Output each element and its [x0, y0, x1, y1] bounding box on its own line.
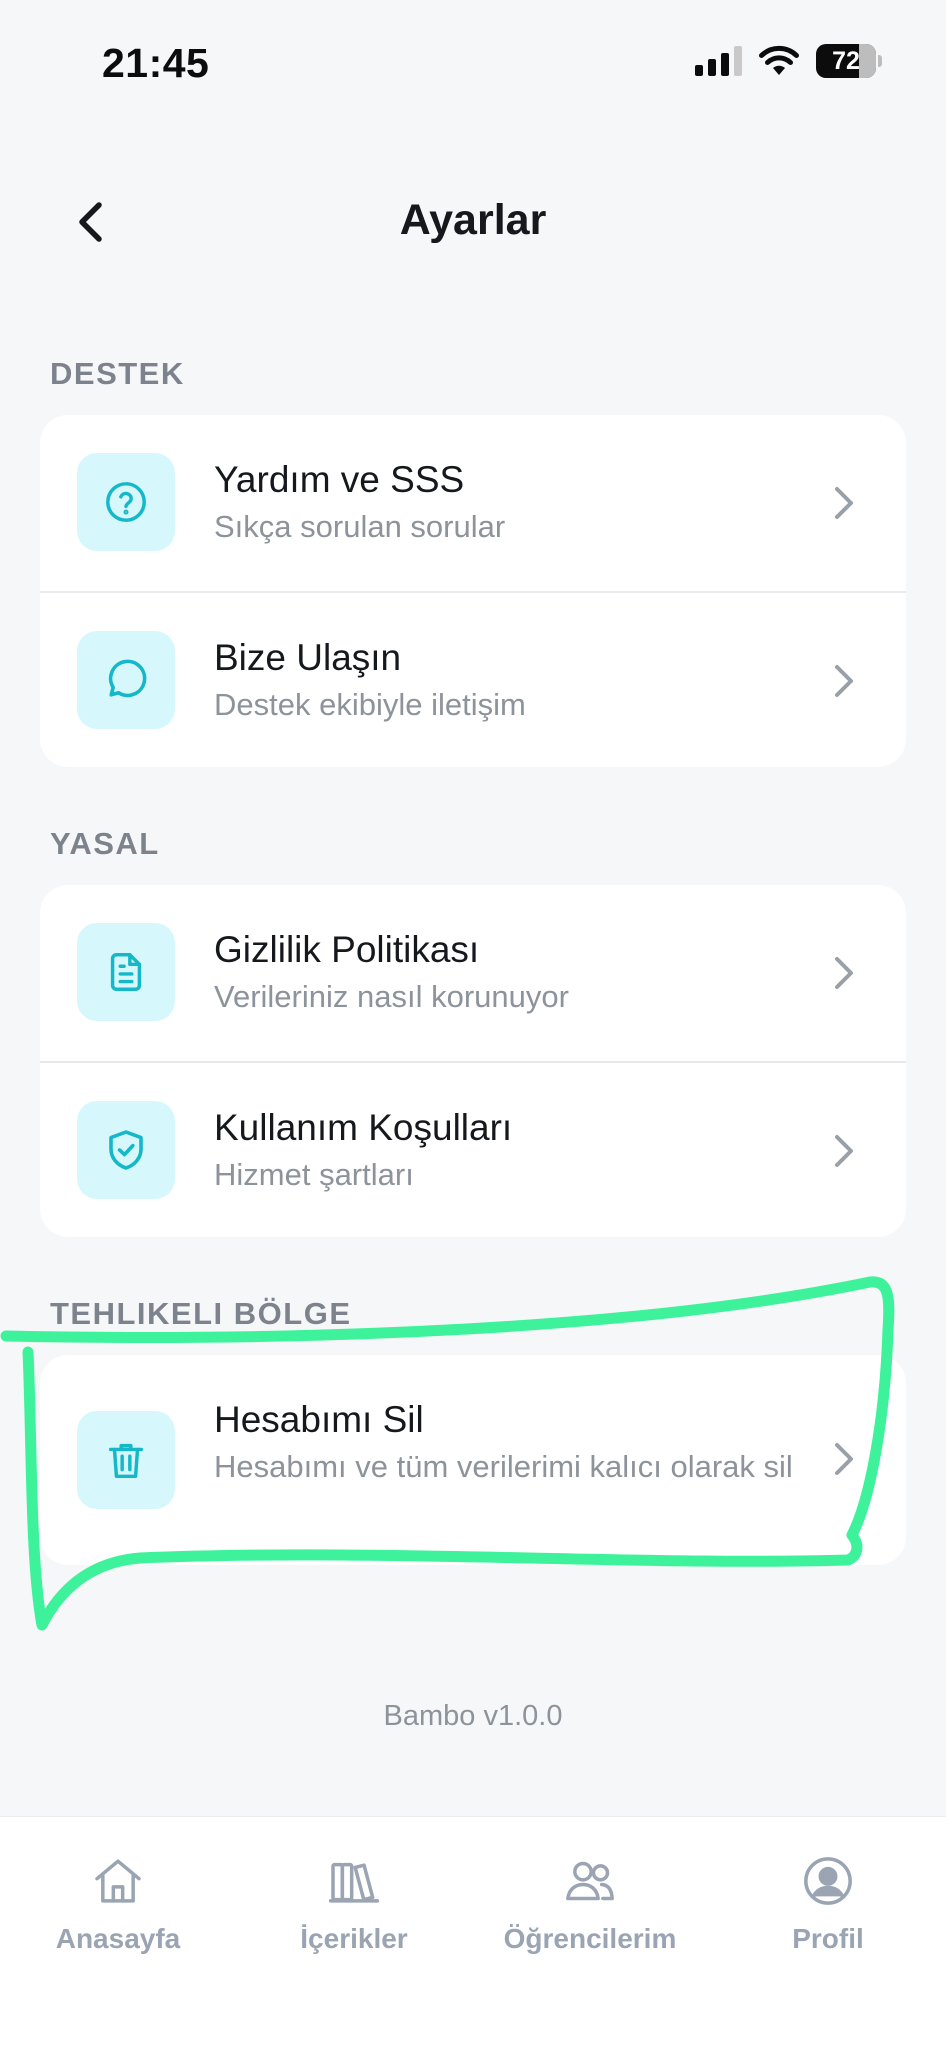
chevron-right-icon	[835, 487, 853, 519]
settings-item-subtitle: Hesabımı ve tüm verilerimi kalıcı olarak…	[214, 1449, 793, 1484]
settings-item-title: Bize Ulaşın	[214, 637, 402, 678]
chevron-right-icon	[835, 1443, 853, 1475]
settings-item-title: Gizlilik Politikası	[214, 929, 480, 970]
settings-item-contact-us[interactable]: Bize Ulaşın Destek ekibiyle iletişim	[40, 591, 906, 767]
settings-item-title: Kullanım Koşulları	[214, 1107, 513, 1148]
document-icon	[77, 923, 175, 1021]
legal-card: Gizlilik Politikası Verileriniz nasıl ko…	[40, 885, 906, 1237]
trash-icon	[77, 1411, 175, 1509]
tab-label: Profil	[792, 1923, 864, 1954]
tab-bar: Anasayfa İçerikler Öğrencilerim Profil	[0, 1816, 946, 2048]
tab-profile[interactable]: Profil	[710, 1853, 946, 1955]
settings-item-privacy-policy[interactable]: Gizlilik Politikası Verileriniz nasıl ko…	[40, 885, 906, 1061]
tab-label: İçerikler	[300, 1923, 408, 1954]
cellular-signal-icon	[695, 46, 742, 76]
chevron-right-icon	[835, 1135, 853, 1167]
help-circle-icon	[77, 453, 175, 551]
home-icon	[95, 1859, 141, 1903]
settings-screen: 21:45 72 Ayarlar DESTEK Yardım ve SSS Sı…	[0, 0, 946, 2048]
shield-check-icon	[77, 1101, 175, 1199]
settings-item-subtitle: Hizmet şartları	[214, 1157, 414, 1192]
chevron-right-icon	[835, 665, 853, 697]
page-title: Ayarlar	[399, 196, 547, 244]
settings-item-delete-account[interactable]: Hesabımı Sil Hesabımı ve tüm verilerimi …	[40, 1355, 906, 1565]
settings-item-subtitle: Sıkça sorulan sorular	[214, 509, 506, 544]
user-circle-icon	[804, 1857, 852, 1905]
header: Ayarlar	[0, 170, 946, 274]
settings-item-title: Yardım ve SSS	[214, 459, 465, 500]
library-icon	[328, 1862, 380, 1903]
settings-item-subtitle: Destek ekibiyle iletişim	[214, 687, 526, 722]
support-card: Yardım ve SSS Sıkça sorulan sorular Bize…	[40, 415, 906, 767]
settings-item-title: Hesabımı Sil	[214, 1399, 424, 1440]
tab-contents[interactable]: İçerikler	[236, 1853, 472, 1955]
wifi-icon	[759, 45, 799, 75]
users-icon	[566, 1861, 614, 1901]
tab-home[interactable]: Anasayfa	[0, 1853, 236, 1955]
section-label-legal: YASAL	[50, 826, 160, 861]
battery-level-text: 72	[832, 47, 860, 75]
settings-item-help-faq[interactable]: Yardım ve SSS Sıkça sorulan sorular	[40, 415, 906, 591]
chat-bubble-icon	[77, 631, 175, 729]
status-bar: 21:45 72	[0, 0, 946, 120]
app-version: Bambo v1.0.0	[383, 1700, 563, 1732]
chevron-right-icon	[835, 957, 853, 989]
status-icons: 72	[695, 44, 882, 78]
tab-label: Anasayfa	[55, 1923, 181, 1954]
battery-icon: 72	[816, 44, 882, 78]
tab-label: Öğrencilerim	[503, 1923, 677, 1954]
status-time: 21:45	[102, 40, 210, 86]
settings-item-subtitle: Verileriniz nasıl korunuyor	[214, 979, 569, 1014]
section-label-danger-zone: TEHLIKELI BÖLGE	[50, 1296, 352, 1331]
danger-zone-card: Hesabımı Sil Hesabımı ve tüm verilerimi …	[40, 1355, 906, 1565]
settings-item-terms-of-use[interactable]: Kullanım Koşulları Hizmet şartları	[40, 1061, 906, 1237]
section-label-support: DESTEK	[50, 356, 185, 391]
tab-my-students[interactable]: Öğrencilerim	[472, 1853, 708, 1955]
